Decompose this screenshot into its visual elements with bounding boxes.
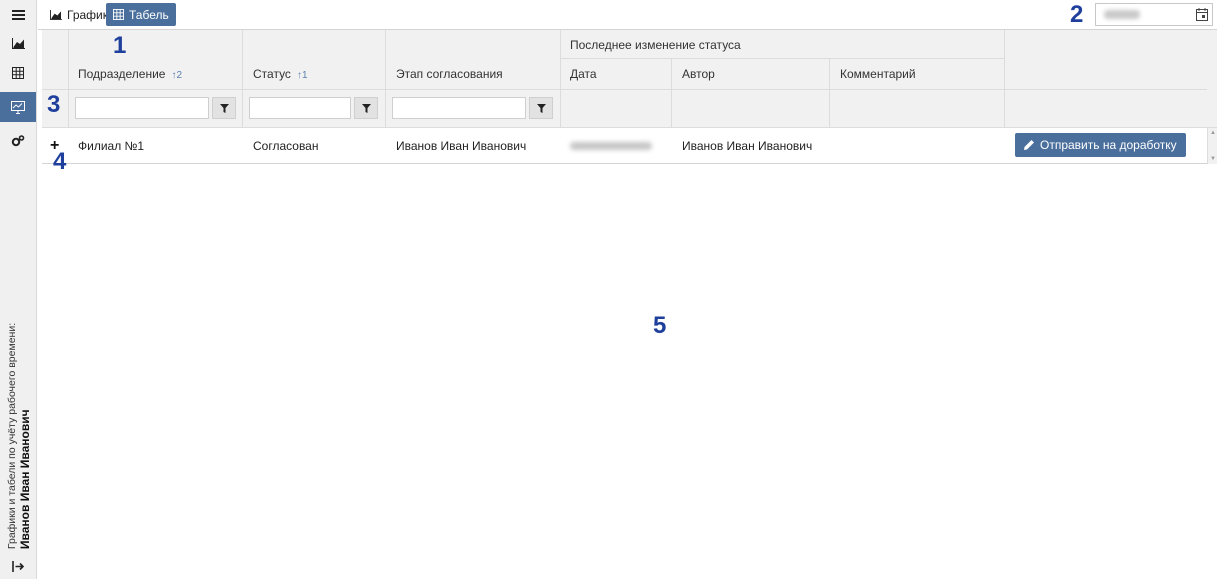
- annotation-5: 5: [653, 312, 667, 339]
- table-icon: [12, 67, 24, 79]
- date-value-blurred: [570, 142, 652, 150]
- menu-icon: [11, 10, 25, 20]
- sidebar-caption-title: Графики и табели по учёту рабочего време…: [5, 322, 18, 550]
- table-row[interactable]: + Филиал №1 Согласован Иванов Иван Ивано…: [42, 128, 1207, 164]
- chart-icon: [50, 9, 62, 20]
- timesheet-grid: Последнее изменение статуса Подразделени…: [42, 30, 1217, 164]
- filter-status-button[interactable]: [354, 97, 378, 119]
- period-date-value-blurred: [1104, 10, 1140, 19]
- filter-division-button[interactable]: [212, 97, 236, 119]
- tab-schedule-label: График: [67, 7, 108, 22]
- column-header-comment[interactable]: Комментарий: [840, 67, 916, 81]
- annotation-1: 1: [113, 32, 127, 59]
- sidebar-item-schedule[interactable]: [0, 28, 36, 58]
- column-header-stage[interactable]: Этап согласования: [396, 67, 503, 81]
- annotation-2: 2: [1070, 1, 1084, 28]
- filter-division-input[interactable]: [75, 97, 209, 119]
- filter-stage-input[interactable]: [392, 97, 526, 119]
- group-header-last-status-change: Последнее изменение статуса: [570, 38, 741, 52]
- logout-icon: [11, 560, 24, 572]
- pencil-icon: [1024, 140, 1034, 150]
- menu-button[interactable]: [0, 0, 36, 30]
- sidebar-item-monitor[interactable]: [0, 92, 36, 122]
- column-header-date[interactable]: Дата: [570, 67, 597, 81]
- send-for-revision-label: Отправить на доработку: [1040, 138, 1177, 152]
- column-header-division-label: Подразделение: [78, 67, 166, 81]
- column-header-division[interactable]: Подразделение ↑2: [78, 67, 182, 81]
- column-header-status[interactable]: Статус ↑1: [253, 67, 308, 81]
- monitor-icon: [11, 100, 25, 114]
- gears-icon: [11, 135, 25, 147]
- sort-indicator: ↑1: [296, 70, 308, 81]
- annotation-3: 3: [47, 91, 61, 118]
- toolbar: График Табель: [38, 0, 1217, 30]
- column-header-status-label: Статус: [253, 67, 291, 81]
- sort-indicator: ↑2: [171, 70, 183, 81]
- period-date-field[interactable]: [1095, 3, 1213, 26]
- cell-division: Филиал №1: [78, 139, 145, 153]
- tab-timesheet-label: Табель: [129, 7, 169, 22]
- sidebar-item-timesheet[interactable]: [0, 58, 36, 88]
- sidebar-caption: Графики и табели по учёту рабочего време…: [0, 321, 37, 551]
- sidebar: Графики и табели по учёту рабочего време…: [0, 0, 37, 579]
- tab-timesheet[interactable]: Табель: [106, 3, 176, 26]
- filter-icon: [361, 103, 371, 113]
- cell-author: Иванов Иван Иванович: [682, 139, 813, 153]
- table-icon: [113, 9, 124, 20]
- filter-icon: [219, 103, 229, 113]
- column-header-author[interactable]: Автор: [682, 67, 715, 81]
- cell-date: [570, 128, 652, 164]
- filter-stage-button[interactable]: [529, 97, 553, 119]
- chart-icon: [11, 37, 25, 49]
- tab-schedule[interactable]: График: [43, 3, 115, 26]
- filter-icon: [536, 103, 546, 113]
- sidebar-item-settings[interactable]: [0, 126, 36, 156]
- annotation-4: 4: [53, 148, 67, 175]
- grid-scrollbar[interactable]: ▲ ▼: [1207, 128, 1217, 164]
- filter-status-input[interactable]: [249, 97, 351, 119]
- logout-button[interactable]: [0, 551, 36, 579]
- sidebar-caption-user: Иванов Иван Иванович: [17, 409, 32, 550]
- send-for-revision-button[interactable]: Отправить на доработку: [1015, 133, 1186, 157]
- calendar-icon[interactable]: [1196, 8, 1208, 21]
- cell-status: Согласован: [253, 139, 319, 153]
- cell-stage: Иванов Иван Иванович: [396, 139, 527, 153]
